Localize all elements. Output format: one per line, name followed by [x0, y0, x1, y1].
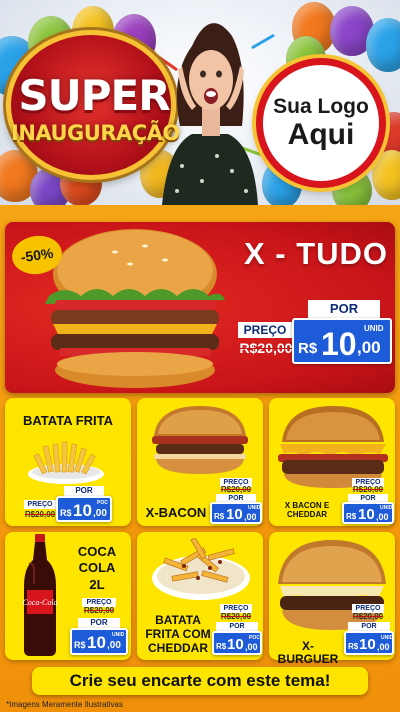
price-integer: 10	[226, 506, 243, 523]
preco-label: PREÇO	[238, 322, 292, 338]
price-box: R$ 10 ,00 UNID	[210, 502, 262, 524]
price-tag-batata-frita: PREÇO R$20,00 POR R$ 10 ,00 POC	[22, 486, 114, 524]
price-currency: R$	[214, 512, 225, 521]
price-integer: 10	[73, 501, 92, 520]
logo-line2: Aqui	[287, 118, 355, 152]
price-currency: R$	[74, 640, 86, 650]
price-currency: R$	[348, 642, 359, 651]
soda-bottle-icon: Coca-Cola	[22, 534, 58, 656]
price-box: R$ 10 ,00 UNID	[70, 628, 128, 655]
price-decimal: ,00	[245, 642, 258, 652]
burger-icon	[278, 406, 388, 488]
old-price: R$20,00	[83, 606, 115, 615]
price-decimal: ,00	[244, 512, 257, 522]
price-box: R$ 10 ,00 UNID	[342, 502, 394, 524]
price-currency: R$	[216, 642, 227, 651]
logo-placeholder: Sua Logo Aqui	[256, 58, 386, 188]
old-price: R$20,00	[352, 612, 384, 621]
badge-subtitle: INAUGURAÇÃO	[11, 121, 180, 145]
price-currency: R$	[298, 340, 318, 357]
price-tag-x-bacon: PREÇO R$20,00 POR R$ 10 ,00 UNID	[210, 478, 262, 524]
old-price: R$20,00	[352, 485, 384, 494]
price-unit: POC	[249, 635, 260, 641]
product-name-batata-frita: BATATA FRITA	[22, 413, 113, 428]
price-unit: POC	[97, 500, 108, 506]
balloon-icon	[372, 150, 400, 200]
header-banner: SUPER INAUGURAÇÃO Sua Logo Aqui	[0, 0, 400, 205]
hero-product-title: X - TUDO	[243, 236, 389, 271]
price-unit: UNID	[248, 505, 261, 511]
price-integer: 10	[358, 506, 375, 523]
price-box: R$ 10 ,00 POC	[56, 496, 112, 522]
price-tag-batata-cheddar: PREÇO R$20,00 POR R$ 10 ,00 POC	[212, 604, 262, 656]
price-tag-x-bacon-cheddar: PREÇO R$20,00 POR R$ 10 ,00 UNID	[342, 478, 394, 524]
preco-label: PREÇO	[24, 500, 56, 509]
woman-photo	[162, 23, 258, 205]
product-name-x-bacon: X-BACON	[145, 505, 207, 520]
hero-price-box: R$ 10 ,00 UNID	[292, 318, 392, 364]
burger-icon	[152, 406, 248, 474]
burger-icon	[45, 229, 225, 388]
old-price: R$20,00	[24, 510, 56, 519]
por-label: POR	[78, 618, 120, 628]
product-name-batata-cheddar: BATATA FRITA COM CHEDDAR	[145, 613, 211, 655]
logo-line1: Sua Logo	[273, 94, 369, 118]
price-currency: R$	[346, 512, 357, 521]
price-integer: 10	[359, 636, 376, 653]
badge-title: SUPER	[18, 71, 170, 120]
product-name-x-burguer: X-BURGUER	[277, 639, 339, 667]
por-label: POR	[216, 622, 258, 631]
fries-cheddar-icon	[152, 538, 250, 600]
price-box: R$ 10 ,00 UNID	[344, 631, 394, 655]
old-price: R$20,00	[220, 612, 252, 621]
por-label: POR	[348, 622, 390, 631]
balloon-icon	[366, 18, 400, 72]
price-tag-x-burguer: PREÇO R$20,00 POR R$ 10 ,00 UNID	[344, 604, 394, 656]
price-decimal: ,00	[377, 642, 390, 652]
por-label: POR	[308, 300, 380, 318]
price-decimal: ,00	[376, 512, 389, 522]
product-name-x-bacon-cheddar: X BACON E CHEDDAR	[284, 501, 330, 519]
price-integer: 10	[321, 326, 357, 362]
price-unit: UNID	[380, 505, 393, 511]
price-unit: UNID	[364, 324, 384, 333]
fries-icon	[28, 441, 104, 484]
coca-cola-logo: Coca-Cola	[22, 598, 57, 607]
old-price: R$20,00	[220, 485, 252, 494]
product-name-coca-cola: COCA COLA 2L	[77, 544, 117, 592]
price-box: R$ 10 ,00 POC	[212, 631, 262, 655]
price-integer: 10	[87, 633, 106, 652]
price-decimal: ,00	[93, 508, 107, 519]
por-label: POR	[64, 486, 104, 496]
old-price: R$20,00	[239, 340, 293, 356]
price-decimal: ,00	[107, 640, 121, 651]
price-decimal: ,00	[357, 338, 381, 357]
price-currency: R$	[60, 508, 72, 518]
price-unit: UNID	[112, 632, 125, 638]
hero-price-tag: PREÇO R$20,00 POR R$ 10 ,00 UNID	[236, 300, 396, 370]
price-integer: 10	[227, 636, 244, 653]
cta-banner[interactable]: Crie seu encarte com este tema!	[32, 667, 368, 695]
super-inauguracao-badge: SUPER INAUGURAÇÃO	[6, 30, 180, 180]
disclaimer-text: *Imagens Meramente Ilustrativas	[6, 700, 123, 709]
price-unit: UNID	[381, 635, 394, 641]
price-tag-coca-cola: PREÇO R$20,00 POR R$ 10 ,00 UNID	[70, 598, 128, 656]
